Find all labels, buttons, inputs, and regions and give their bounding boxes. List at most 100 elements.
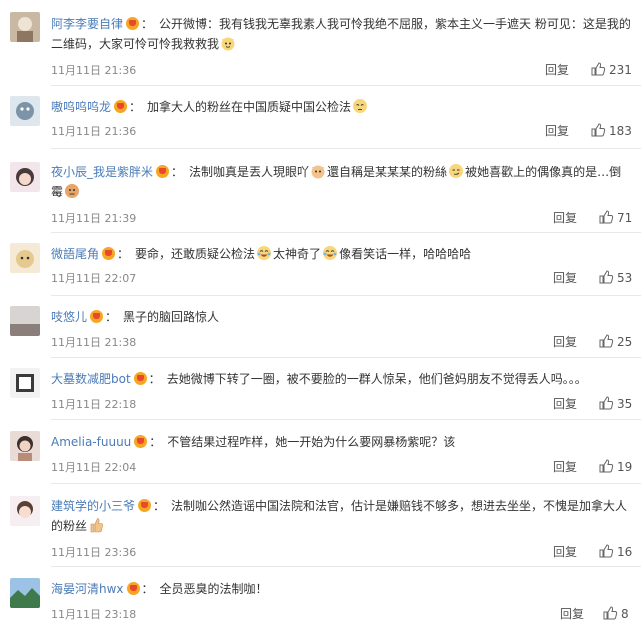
thumbs-up-icon — [598, 333, 614, 349]
comment-time: 11月11日 22:04 — [51, 461, 137, 474]
username-link[interactable]: 嗷呜呜呜龙 — [51, 100, 111, 114]
colon-separator: ： — [153, 499, 166, 513]
username-link[interactable]: 建筑学的小三爷 — [51, 499, 135, 513]
like-count: 35 — [617, 397, 633, 411]
avatar[interactable] — [10, 306, 40, 336]
comment-time: 11月11日 23:36 — [51, 546, 137, 559]
avatar[interactable] — [10, 431, 40, 461]
username-link[interactable]: 微語尾角 — [51, 247, 99, 261]
colon-separator: ： — [117, 247, 130, 261]
vip-badge-icon — [138, 499, 152, 512]
like-button[interactable]: 183 — [590, 122, 632, 138]
like-button[interactable]: 35 — [598, 395, 632, 411]
like-count: 16 — [617, 545, 633, 559]
reply-button[interactable]: 回复 — [553, 209, 577, 226]
like-button[interactable]: 16 — [598, 543, 632, 559]
comment-body: 大墓数减肥bot ： 去她微博下转了一圈，被不要脸的一群人惊呆，他们爸妈朋友不觉得丢… — [51, 369, 631, 389]
comment-body: 海晏河清hwx ： 全员恶臭的法制咖！ — [51, 579, 631, 599]
comment-body: 夜小辰_我是紫胖米：法制咖真是丟人現眼吖 還自稱是某某某的粉絲 被她喜歡上的偶像真的… — [51, 162, 631, 202]
comment-time: 11月11日 21:36 — [51, 64, 137, 77]
comment-text: 還自稱是某某某的粉絲 — [327, 165, 448, 179]
comment-item: 微語尾角 ： 要命，还敢质疑公检法 太神奇了 像看笑话一样，哈哈哈哈 11月11日 22… — [0, 243, 641, 296]
vip-badge-icon — [126, 17, 140, 30]
vip-badge-icon — [126, 582, 140, 595]
divider — [51, 148, 641, 149]
comment-time: 11月11日 21:38 — [51, 336, 137, 349]
username-link[interactable]: Amelia-fuuuu — [51, 435, 131, 449]
avatar[interactable] — [10, 368, 40, 398]
like-count: 53 — [617, 271, 633, 285]
username-link[interactable]: 夜小辰_我是紫胖米 — [51, 165, 153, 179]
divider — [51, 357, 641, 358]
avatar[interactable] — [10, 496, 40, 526]
reply-button[interactable]: 回复 — [553, 269, 577, 286]
avatar[interactable] — [10, 96, 40, 126]
comment-feed: 阿李李要自律：公开微博：我有钱我无辜我素人我可怜我绝不屈服，紫本主义一手遮天 粉… — [0, 0, 641, 627]
avatar[interactable] — [10, 12, 40, 42]
comment-body: 微語尾角 ： 要命，还敢质疑公检法 太神奇了 像看笑话一样，哈哈哈哈 — [51, 244, 631, 264]
colon-separator: ： — [171, 165, 184, 179]
like-button[interactable]: 231 — [590, 61, 632, 77]
divider — [51, 483, 641, 484]
comment-text: 不管结果过程咋样，她一开始为什么要网暴杨紫呢？该 — [167, 435, 456, 449]
username-link[interactable]: 大墓数减肥bot — [51, 372, 131, 386]
reply-button[interactable]: 回复 — [553, 333, 577, 350]
comment-text: 像看笑话一样，哈哈哈哈 — [339, 247, 472, 261]
reply-button[interactable]: 回复 — [545, 122, 569, 139]
colon-separator: ： — [129, 100, 142, 114]
comment-text: 太神奇了 — [273, 247, 322, 261]
thumbs-up-emoji-icon — [88, 517, 104, 533]
comment-body: Amelia-fuuuu ： 不管结果过程咋样，她一开始为什么要网暴杨紫呢？该 — [51, 432, 631, 452]
like-button[interactable]: 19 — [598, 458, 632, 474]
comment-item: 阿李李要自律：公开微博：我有钱我无辜我素人我可怜我绝不屈服，紫本主义一手遮天 粉… — [0, 12, 641, 86]
username-link[interactable]: 海晏河清hwx — [51, 582, 124, 596]
like-count: 71 — [617, 211, 633, 225]
vip-badge-icon — [114, 100, 128, 113]
awkward-face-emoji-icon — [64, 183, 80, 199]
reply-button[interactable]: 回复 — [553, 543, 577, 560]
comment-body: 嗷呜呜呜龙 ： 加拿大人的粉丝在中国质疑中国公检法 — [51, 97, 631, 117]
cat-face-emoji-icon — [220, 35, 236, 51]
like-button[interactable]: 53 — [598, 269, 632, 285]
smirk-face-emoji-icon — [448, 163, 464, 179]
thumbs-up-icon — [590, 61, 606, 77]
thumbs-up-icon — [598, 458, 614, 474]
reply-button[interactable]: 回复 — [545, 61, 569, 78]
comment-time: 11月11日 21:36 — [51, 125, 137, 138]
laugh-cry-emoji-icon — [256, 245, 272, 261]
comment-body: 阿李李要自律：公开微博：我有钱我无辜我素人我可怜我绝不屈服，紫本主义一手遮天 粉… — [51, 14, 631, 54]
pensive-face-emoji-icon — [352, 98, 368, 114]
cat-face-emoji-icon — [310, 163, 326, 179]
colon-separator: ： — [105, 310, 118, 324]
avatar[interactable] — [10, 162, 40, 192]
comment-time: 11月11日 22:07 — [51, 272, 137, 285]
comment-body: 吱悠儿 ： 黑子的脑回路惊人 — [51, 307, 631, 327]
avatar[interactable] — [10, 578, 40, 608]
reply-button[interactable]: 回复 — [560, 605, 584, 622]
username-link[interactable]: 阿李李要自律 — [51, 17, 123, 31]
comment-item: Amelia-fuuuu ： 不管结果过程咋样，她一开始为什么要网暴杨紫呢？该 11… — [0, 431, 641, 484]
avatar[interactable] — [10, 243, 40, 273]
comment-item: 吱悠儿 ： 黑子的脑回路惊人 11月11日 21:38 回复 25 — [0, 306, 641, 358]
thumbs-up-icon — [590, 122, 606, 138]
like-button[interactable]: 8 — [602, 605, 629, 621]
like-count: 183 — [609, 124, 632, 138]
vip-badge-icon — [102, 247, 116, 260]
comment-item: 大墓数减肥bot ： 去她微博下转了一圈，被不要脸的一群人惊呆，他们爸妈朋友不觉得丢… — [0, 368, 641, 420]
username-link[interactable]: 吱悠儿 — [51, 310, 87, 324]
vip-badge-icon — [156, 165, 170, 178]
like-button[interactable]: 71 — [598, 209, 632, 225]
like-button[interactable]: 25 — [598, 333, 632, 349]
reply-button[interactable]: 回复 — [553, 458, 577, 475]
thumbs-up-icon — [598, 543, 614, 559]
laugh-cry-emoji-icon — [322, 245, 338, 261]
comment-time: 11月11日 21:39 — [51, 212, 137, 225]
comment-body: 建筑学的小三爷：法制咖公然造谣中国法院和法官，估计是嫌赔钱不够多，想进去坐坐，不… — [51, 496, 631, 536]
like-count: 231 — [609, 63, 632, 77]
comment-text: 法制咖真是丟人現眼吖 — [189, 165, 310, 179]
vip-badge-icon — [133, 372, 147, 385]
reply-button[interactable]: 回复 — [553, 395, 577, 412]
comment-item: 嗷呜呜呜龙：加拿大人的粉丝在中国质疑中国公检法 11月11日 21:36 回复 … — [0, 96, 641, 149]
divider — [51, 566, 641, 567]
thumbs-up-icon — [598, 209, 614, 225]
